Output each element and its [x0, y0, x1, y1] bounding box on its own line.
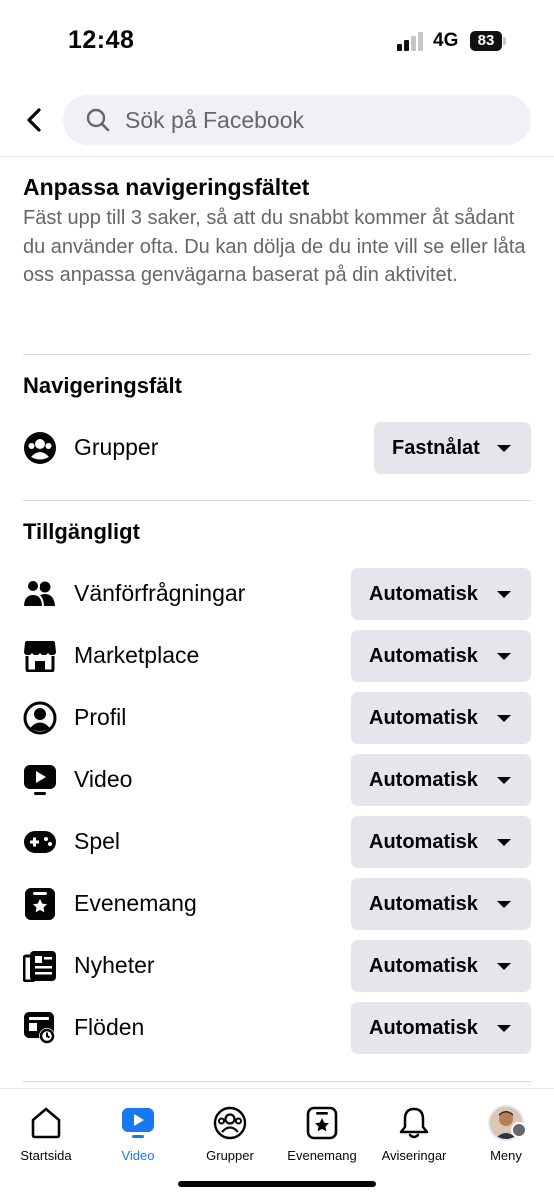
battery-tip — [503, 37, 506, 45]
page-description: Fäst upp till 3 saker, så att du snabbt … — [23, 207, 526, 286]
nav-item-grupper: Grupper Fastnålat — [0, 422, 554, 474]
dropdown-value: Automatisk — [369, 954, 478, 977]
menu-icon — [511, 1122, 527, 1138]
tab-grupper[interactable]: Grupper — [184, 1089, 276, 1169]
setting-dropdown[interactable]: Automatisk — [351, 630, 531, 682]
search-icon — [86, 108, 110, 132]
tab-meny[interactable]: Meny — [460, 1089, 552, 1169]
marketplace-icon — [22, 638, 58, 674]
tab-aviseringar[interactable]: Aviseringar — [368, 1089, 460, 1169]
tab-video[interactable]: Video — [92, 1089, 184, 1169]
dropdown-value: Automatisk — [369, 892, 478, 915]
dropdown-value: Automatisk — [369, 830, 478, 853]
available-item-news: Nyheter Automatisk — [0, 940, 554, 992]
section-divider — [23, 1081, 531, 1082]
setting-dropdown[interactable]: Automatisk — [351, 568, 531, 620]
section-divider — [23, 354, 531, 355]
news-icon — [22, 948, 58, 984]
setting-dropdown[interactable]: Automatisk — [351, 754, 531, 806]
events-icon — [22, 886, 58, 922]
dropdown-value: Automatisk — [369, 1016, 478, 1039]
events-icon — [304, 1105, 340, 1141]
tab-label: Video — [121, 1148, 155, 1163]
home-icon — [28, 1105, 64, 1141]
setting-dropdown[interactable]: Automatisk — [351, 940, 531, 992]
setting-dropdown[interactable]: Automatisk — [351, 1002, 531, 1054]
available-item-label: Vänförfrågningar — [74, 580, 246, 606]
pin-setting-dropdown[interactable]: Fastnålat — [374, 422, 531, 474]
available-item-label: Profil — [74, 704, 127, 730]
groups-icon — [212, 1105, 248, 1141]
dropdown-value: Fastnålat — [392, 436, 480, 459]
available-item-label: Nyheter — [74, 952, 155, 978]
tab-evenemang[interactable]: Evenemang — [276, 1089, 368, 1169]
feeds-icon — [22, 1010, 58, 1046]
search-input[interactable] — [125, 95, 505, 145]
available-item-feeds: Flöden Automatisk — [0, 1002, 554, 1054]
bell-icon — [396, 1105, 432, 1141]
tab-label: Grupper — [206, 1148, 254, 1163]
available-item-label: Marketplace — [74, 642, 200, 668]
signal-icon — [397, 31, 425, 51]
available-item-friends: Vänförfrågningar Automatisk — [0, 568, 554, 620]
search-bar[interactable] — [63, 95, 531, 145]
groups-icon — [22, 430, 58, 466]
caret-down-icon — [497, 653, 511, 660]
gaming-icon — [22, 824, 58, 860]
available-item-marketplace: Marketplace Automatisk — [0, 630, 554, 682]
tab-label: Evenemang — [287, 1148, 357, 1163]
available-section-title: Tillgängligt — [23, 519, 140, 544]
profile-icon — [22, 700, 58, 736]
header-divider — [0, 156, 554, 157]
status-bar: 12:48 4G 83 — [0, 0, 554, 80]
available-item-video: Video Automatisk — [0, 754, 554, 806]
caret-down-icon — [497, 839, 511, 846]
back-button[interactable] — [18, 100, 50, 140]
dropdown-value: Automatisk — [369, 768, 478, 791]
dropdown-value: Automatisk — [369, 582, 478, 605]
friends-icon — [22, 576, 58, 612]
navbar-section-title: Navigeringsfält — [23, 373, 182, 398]
caret-down-icon — [497, 1025, 511, 1032]
available-item-label: Spel — [74, 828, 121, 854]
battery-icon: 83 — [470, 31, 502, 51]
available-item-label: Evenemang — [74, 890, 197, 916]
available-item-gaming: Spel Automatisk — [0, 816, 554, 868]
section-divider — [23, 500, 531, 501]
setting-dropdown[interactable]: Automatisk — [351, 816, 531, 868]
video-icon — [22, 762, 58, 798]
dropdown-value: Automatisk — [369, 706, 478, 729]
setting-dropdown[interactable]: Automatisk — [351, 692, 531, 744]
available-item-events: Evenemang Automatisk — [0, 878, 554, 930]
tab-label: Meny — [490, 1148, 522, 1163]
available-item-profile: Profil Automatisk — [0, 692, 554, 744]
tab-label: Startsida — [20, 1148, 72, 1163]
caret-down-icon — [497, 715, 511, 722]
status-time: 12:48 — [68, 26, 135, 54]
tab-label: Aviseringar — [381, 1148, 447, 1163]
caret-down-icon — [497, 591, 511, 598]
chevron-left-icon — [27, 108, 41, 132]
caret-down-icon — [497, 901, 511, 908]
available-item-label: Flöden — [74, 1014, 145, 1040]
video-icon — [120, 1105, 156, 1141]
home-indicator — [178, 1181, 376, 1187]
available-item-label: Video — [74, 766, 133, 792]
caret-down-icon — [497, 445, 511, 452]
nav-item-label: Grupper — [74, 434, 159, 460]
page-title: Anpassa navigeringsfältet — [23, 174, 310, 200]
setting-dropdown[interactable]: Automatisk — [351, 878, 531, 930]
dropdown-value: Automatisk — [369, 644, 478, 667]
network-type: 4G — [433, 30, 459, 51]
caret-down-icon — [497, 777, 511, 784]
caret-down-icon — [497, 963, 511, 970]
header — [0, 90, 554, 152]
tab-startsida[interactable]: Startsida — [0, 1089, 92, 1169]
